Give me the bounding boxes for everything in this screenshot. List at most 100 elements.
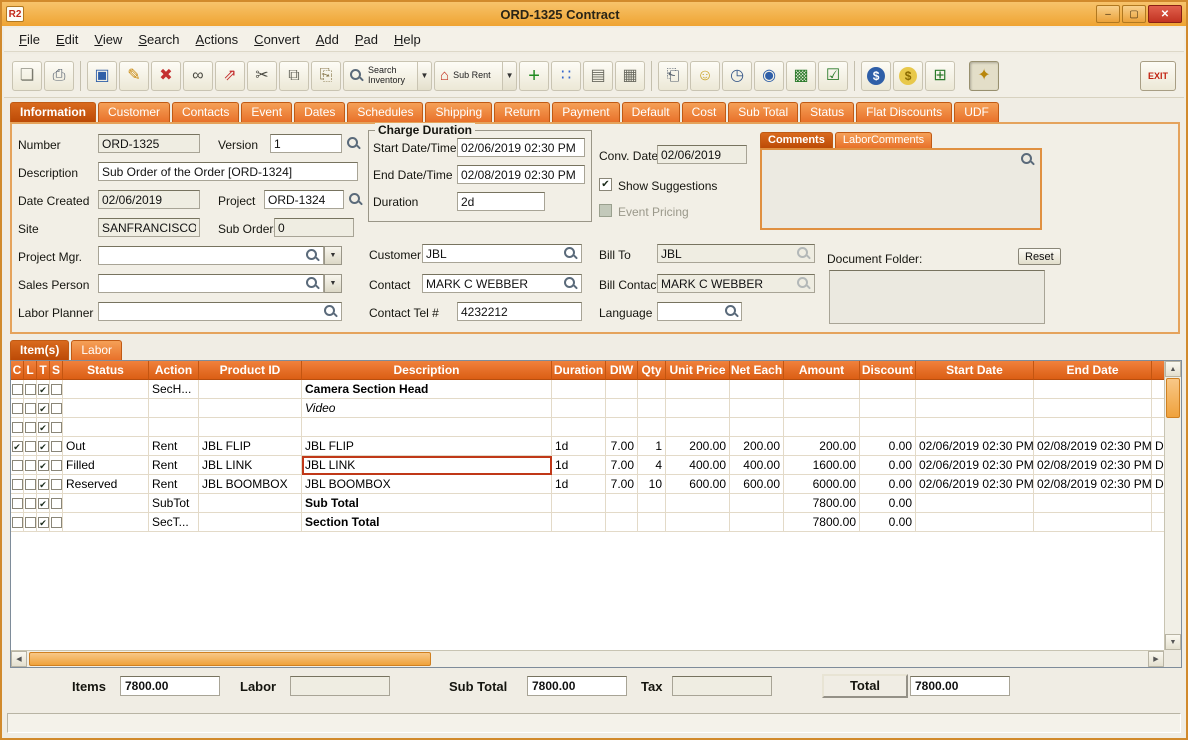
cell-status[interactable] — [63, 494, 149, 513]
save-icon[interactable]: ▣ — [87, 61, 117, 91]
smiley-icon[interactable]: ☺ — [690, 61, 720, 91]
tab-udf[interactable]: UDF — [954, 102, 999, 122]
cell-product[interactable]: JBL BOOMBOX — [199, 475, 302, 494]
tab-dates[interactable]: Dates — [294, 102, 345, 122]
cell-status[interactable]: Out — [63, 437, 149, 456]
comments-box[interactable] — [760, 148, 1042, 230]
menu-item-search[interactable]: Search — [131, 30, 186, 49]
menu-item-actions[interactable]: Actions — [189, 30, 246, 49]
row-checkbox-l[interactable] — [25, 422, 36, 433]
cell-start[interactable] — [916, 380, 1034, 399]
cell-product[interactable] — [199, 399, 302, 418]
cell-qty[interactable] — [638, 494, 666, 513]
scroll-up-icon[interactable]: ▲ — [1165, 361, 1181, 377]
cell-discount[interactable]: 0.00 — [860, 456, 916, 475]
version-field[interactable] — [270, 134, 342, 153]
table-row[interactable]: ✔ — [11, 418, 1164, 437]
contact-field[interactable] — [422, 274, 582, 293]
row-checkbox-c[interactable] — [12, 422, 23, 433]
print-preview-icon[interactable]: ⎗ — [658, 61, 688, 91]
table-row[interactable]: ✔SecH...Camera Section Head — [11, 380, 1164, 399]
menu-item-pad[interactable]: Pad — [348, 30, 385, 49]
checklist-icon[interactable]: ☑ — [818, 61, 848, 91]
cell-qty[interactable] — [638, 399, 666, 418]
row-checkbox-l[interactable] — [25, 479, 36, 490]
maximize-button[interactable]: ▢ — [1122, 5, 1146, 23]
cell-duration[interactable] — [552, 513, 606, 532]
row-checkbox-l[interactable] — [25, 460, 36, 471]
row-checkbox-c[interactable] — [12, 517, 23, 528]
row-checkbox-c[interactable] — [12, 498, 23, 509]
cell-start[interactable] — [916, 418, 1034, 437]
calendar-icon[interactable]: ▦ — [615, 61, 645, 91]
column-header-net[interactable]: Net Each — [730, 361, 784, 380]
column-header-unit[interactable]: Unit Price — [666, 361, 730, 380]
cell-status[interactable] — [63, 513, 149, 532]
paste-icon[interactable]: ⎘ — [311, 61, 341, 91]
document-folder-box[interactable] — [829, 270, 1045, 324]
cell-duration[interactable] — [552, 494, 606, 513]
cell-discount[interactable] — [860, 399, 916, 418]
project-mgr-magnifier-icon[interactable] — [305, 248, 320, 263]
project-lookup-magnifier-icon[interactable] — [348, 192, 363, 207]
column-header-status[interactable]: Status — [63, 361, 149, 380]
row-checkbox-s[interactable] — [51, 517, 62, 528]
row-checkbox-c[interactable] — [12, 460, 23, 471]
dropdown-arrow-icon[interactable]: ▼ — [418, 61, 432, 91]
cell-discount[interactable] — [860, 418, 916, 437]
cell-extra[interactable] — [1152, 494, 1164, 513]
cell-extra[interactable]: D — [1152, 475, 1164, 494]
description-field[interactable] — [98, 162, 358, 181]
sales-person-magnifier-icon[interactable] — [305, 276, 320, 291]
column-header-extra[interactable] — [1152, 361, 1164, 380]
table-row[interactable]: ✔✔OutRentJBL FLIPJBL FLIP1d7.001200.0020… — [11, 437, 1164, 456]
date-created-field[interactable] — [98, 190, 200, 209]
project-mgr-field[interactable] — [98, 246, 324, 265]
copy-icon[interactable]: ⧉ — [279, 61, 309, 91]
cell-net[interactable]: 200.00 — [730, 437, 784, 456]
cell-net[interactable] — [730, 418, 784, 437]
menu-item-edit[interactable]: Edit — [49, 30, 85, 49]
cell-net[interactable]: 400.00 — [730, 456, 784, 475]
column-header-amount[interactable]: Amount — [784, 361, 860, 380]
cell-extra[interactable] — [1152, 380, 1164, 399]
row-checkbox-s[interactable] — [51, 441, 62, 452]
cell-desc[interactable]: JBL FLIP — [302, 437, 552, 456]
cell-status[interactable] — [63, 418, 149, 437]
tab-status[interactable]: Status — [800, 102, 854, 122]
cell-start[interactable]: 02/06/2019 02:30 PM — [916, 456, 1034, 475]
cell-extra[interactable] — [1152, 513, 1164, 532]
cell-discount[interactable] — [860, 380, 916, 399]
row-checkbox-l[interactable] — [25, 403, 36, 414]
cell-qty[interactable] — [638, 513, 666, 532]
cell-status[interactable] — [63, 380, 149, 399]
labor-total-field[interactable] — [290, 676, 390, 696]
tab-shipping[interactable]: Shipping — [425, 102, 492, 122]
row-checkbox-l[interactable] — [25, 384, 36, 395]
cell-start[interactable] — [916, 399, 1034, 418]
cell-net[interactable] — [730, 494, 784, 513]
sales-person-field[interactable] — [98, 274, 324, 293]
app-icon[interactable]: R2 — [6, 6, 24, 22]
horizontal-scroll-thumb[interactable] — [29, 652, 431, 666]
show-suggestions-checkbox[interactable]: ✔ — [599, 178, 612, 191]
cell-amount[interactable]: 7800.00 — [784, 513, 860, 532]
row-checkbox-s[interactable] — [51, 479, 62, 490]
coins-icon[interactable]: $ — [893, 61, 923, 91]
cell-action[interactable]: Rent — [149, 437, 199, 456]
table-row[interactable]: ✔SecT...Section Total7800.000.00 — [11, 513, 1164, 532]
scroll-left-icon[interactable]: ◀ — [11, 651, 27, 667]
cell-desc[interactable]: JBL BOOMBOX — [302, 475, 552, 494]
tab-default[interactable]: Default — [622, 102, 680, 122]
cell-end[interactable] — [1034, 513, 1152, 532]
search-inventory-button[interactable]: Search Inventory▼ — [343, 61, 432, 91]
cell-amount[interactable] — [784, 418, 860, 437]
tab-laborcomments[interactable]: LaborComments — [835, 132, 932, 148]
plug-icon[interactable]: ✦ — [969, 61, 999, 91]
cell-end[interactable] — [1034, 380, 1152, 399]
cell-duration[interactable]: 1d — [552, 437, 606, 456]
end-datetime-field[interactable] — [457, 165, 585, 184]
cell-end[interactable]: 02/08/2019 02:30 PM — [1034, 456, 1152, 475]
language-magnifier-icon[interactable] — [724, 304, 739, 319]
transfer-icon[interactable]: ⇗ — [215, 61, 245, 91]
